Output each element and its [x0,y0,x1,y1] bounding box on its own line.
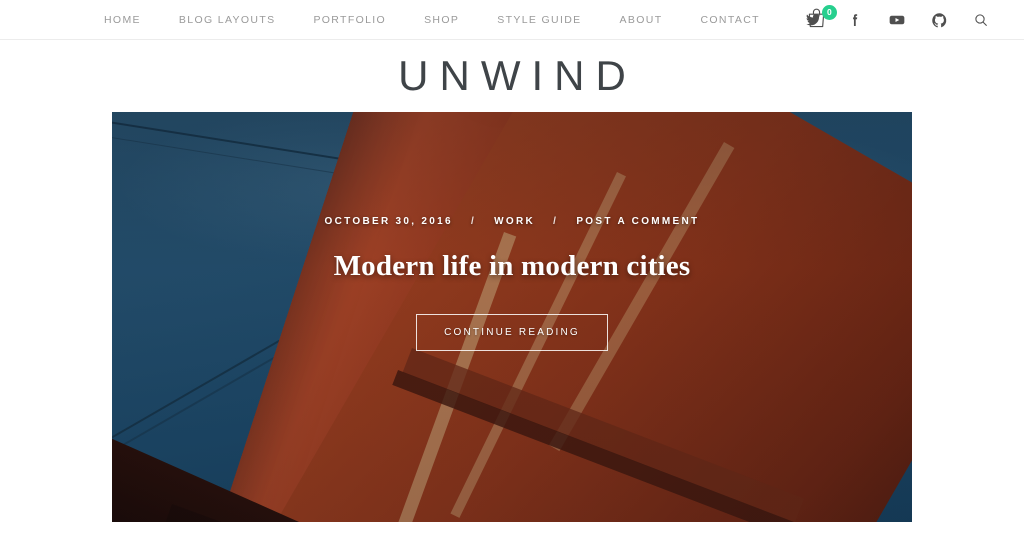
facebook-icon[interactable] [840,5,870,35]
post-comments-link[interactable]: POST A COMMENT [576,216,699,227]
nav-item-blog-layouts[interactable]: BLOG LAYOUTS [179,0,276,40]
main-menu: HOME BLOG LAYOUTS PORTFOLIO SHOP STYLE G… [104,0,837,40]
meta-separator-2: / [553,216,559,227]
hero-text-overlay: OCTOBER 30, 2016 / WORK / POST A COMMENT… [112,216,912,351]
github-icon[interactable] [924,5,954,35]
nav-item-contact[interactable]: CONTACT [700,0,759,40]
nav-item-style-guide[interactable]: STYLE GUIDE [497,0,581,40]
twitter-icon[interactable] [798,5,828,35]
continue-reading-button[interactable]: CONTINUE READING [416,313,608,351]
nav-item-portfolio[interactable]: PORTFOLIO [313,0,386,40]
post-date[interactable]: OCTOBER 30, 2016 [325,216,453,227]
post-category[interactable]: WORK [494,216,535,227]
social-icon-bar [798,0,996,40]
site-logo[interactable]: UNWIND [387,55,637,97]
hero-post-card[interactable]: OCTOBER 30, 2016 / WORK / POST A COMMENT… [112,112,912,522]
brand-header: UNWIND [0,40,1024,112]
nav-item-home[interactable]: HOME [104,0,141,40]
post-title[interactable]: Modern life in modern cities [334,249,691,284]
nav-item-about[interactable]: ABOUT [620,0,663,40]
featured-post-section: OCTOBER 30, 2016 / WORK / POST A COMMENT… [0,112,1024,522]
meta-separator-1: / [470,216,477,227]
post-meta: OCTOBER 30, 2016 / WORK / POST A COMMENT [112,216,912,227]
search-icon[interactable] [966,5,996,35]
nav-item-shop[interactable]: SHOP [424,0,459,40]
top-navigation-bar: HOME BLOG LAYOUTS PORTFOLIO SHOP STYLE G… [0,0,1024,40]
youtube-icon[interactable] [882,5,912,35]
cta-wrapper: CONTINUE READING [112,313,912,351]
